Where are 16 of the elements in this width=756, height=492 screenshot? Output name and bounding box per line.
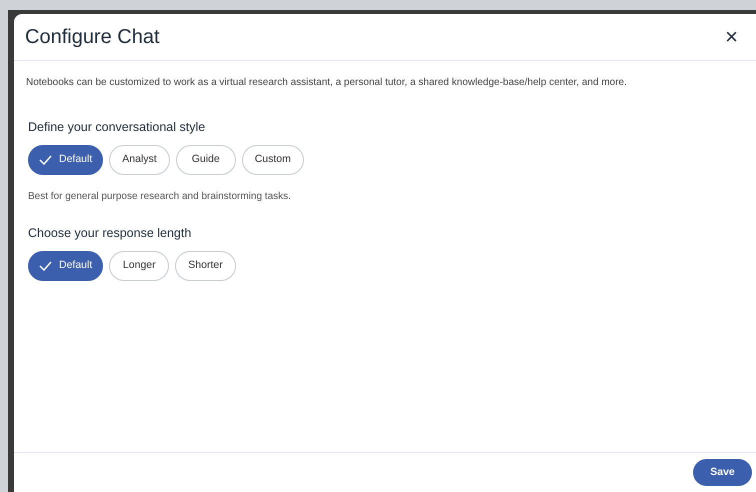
section-heading: Choose your response length	[28, 224, 192, 242]
description-text: Notebooks can be customized to work as a virtual research assistant, a personal tutor, a shared knowledge-base/help center, and more.	[26, 76, 628, 90]
option-chip[interactable]: Analyst	[109, 144, 170, 175]
option-chip[interactable]: Longer	[109, 250, 170, 280]
option-chip[interactable]: Guide	[176, 144, 236, 175]
dialog-title: Configure Chat	[25, 25, 160, 50]
checkmark-icon	[39, 154, 52, 165]
save-button[interactable]: Save	[693, 459, 752, 486]
option-chip[interactable]: Default	[28, 250, 104, 280]
option-chip[interactable]: Custom	[242, 144, 304, 175]
option-chip[interactable]: Shorter	[175, 250, 236, 280]
hint-text: Best for general purpose research and brainstorming tasks.	[28, 190, 292, 204]
checkmark-icon	[39, 260, 52, 270]
close-button[interactable]: ×	[721, 26, 742, 48]
section-heading: Define your conversational style	[28, 119, 206, 136]
option-chip[interactable]: Default	[28, 144, 104, 175]
